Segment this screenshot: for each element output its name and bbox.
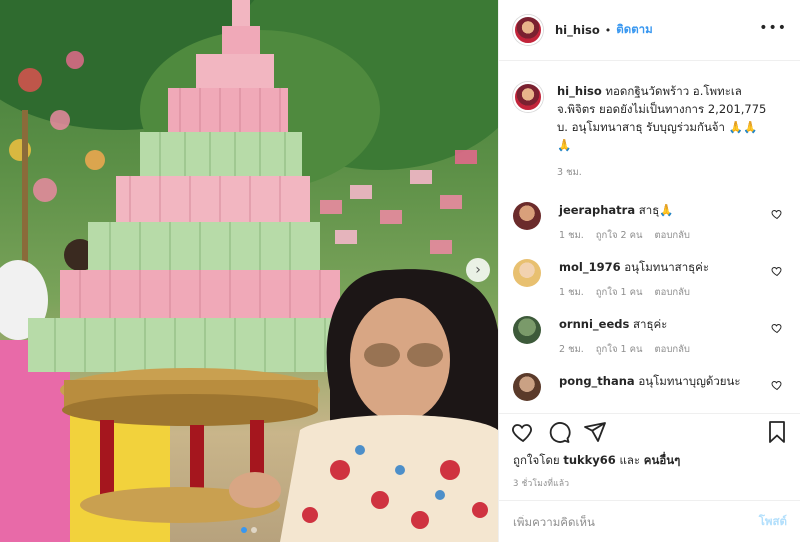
comment-text: สาธุค่ะ	[632, 317, 668, 331]
comment-time[interactable]: 1 ชม.	[559, 228, 584, 243]
commenter-avatar[interactable]	[513, 202, 541, 230]
heart-icon[interactable]	[771, 265, 783, 277]
likes-summary: ถูกใจโดย tukky66 และ คนอื่นๆ	[513, 452, 680, 470]
comment-text: อนุโมทนาสาธุค่ะ	[624, 260, 710, 274]
heart-icon[interactable]	[771, 379, 783, 391]
post-side-panel: hi_hiso • ติดตาม ••• hi_hiso ทอดกฐินวัดพ…	[498, 0, 800, 542]
comment-input[interactable]	[513, 514, 759, 529]
caption-line-4: 🙏	[557, 138, 572, 152]
comment-time[interactable]: 1 ชม.	[559, 285, 584, 300]
carousel-dot-active	[241, 527, 247, 533]
follow-button[interactable]: ติดตาม	[616, 21, 652, 39]
likes-prefix: ถูกใจโดย	[513, 453, 560, 467]
comment-item: pong_thana อนุโมทนาบุญด้วยนะ	[513, 373, 787, 401]
caption-line-1: ทอดกฐินวัดพร้าว อ.โพทะเล	[605, 84, 742, 98]
photo-illustration	[0, 0, 498, 542]
caption-line-2: จ.พิจิตร ยอดยังไม่เป็นทางการ 2,201,775	[557, 102, 767, 116]
comment-likes[interactable]: ถูกใจ 1 คน	[596, 342, 643, 357]
post-header: hi_hiso • ติดตาม •••	[499, 0, 800, 61]
comment-text: สาธุ🙏	[638, 203, 674, 217]
carousel-next-icon[interactable]: ›	[466, 258, 490, 282]
commenter-avatar[interactable]	[513, 316, 541, 344]
likes-user[interactable]: tukky66	[563, 453, 615, 467]
post-comment-button[interactable]: โพสต์	[759, 513, 787, 531]
reply-button[interactable]: ตอบกลับ	[654, 228, 690, 243]
comment-time[interactable]: 2 ชม.	[559, 342, 584, 357]
post-caption: hi_hiso ทอดกฐินวัดพร้าว อ.โพทะเล จ.พิจิต…	[513, 82, 787, 182]
comment-username[interactable]: pong_thana	[559, 374, 635, 388]
caption-line-3: บ. อนุโมทนาสาธุ รับบุญร่วมกันจ้า 🙏🙏	[557, 120, 758, 134]
commenter-avatar[interactable]	[513, 373, 541, 401]
header-username[interactable]: hi_hiso	[555, 23, 600, 37]
likes-others[interactable]: คนอื่นๆ	[644, 453, 681, 467]
heart-icon[interactable]	[511, 420, 535, 444]
comment-likes[interactable]: ถูกใจ 1 คน	[596, 285, 643, 300]
comment-icon[interactable]	[547, 420, 571, 444]
comment-item: jeeraphatra สาธุ🙏 1 ชม. ถูกใจ 2 คน ตอบกล…	[513, 202, 787, 243]
carousel-dots	[0, 527, 498, 533]
reply-button[interactable]: ตอบกลับ	[654, 285, 690, 300]
reply-button[interactable]: ตอบกลับ	[654, 342, 690, 357]
header-separator: •	[604, 23, 612, 37]
carousel-dot	[251, 527, 257, 533]
comment-username[interactable]: jeeraphatra	[559, 203, 635, 217]
avatar[interactable]	[513, 15, 543, 45]
add-comment-bar: โพสต์	[499, 500, 800, 542]
likes-middle: และ	[619, 453, 641, 467]
post-photo[interactable]: ›	[0, 0, 498, 542]
comments-list[interactable]: hi_hiso ทอดกฐินวัดพร้าว อ.โพทะเล จ.พิจิต…	[499, 62, 800, 402]
comment-item: ornni_eeds สาธุค่ะ 2 ชม. ถูกใจ 1 คน ตอบก…	[513, 316, 787, 357]
bookmark-icon[interactable]	[765, 420, 789, 444]
comment-username[interactable]: ornni_eeds	[559, 317, 629, 331]
comment-text: อนุโมทนาบุญด้วยนะ	[638, 374, 741, 388]
commenter-avatar[interactable]	[513, 259, 541, 287]
comment-likes[interactable]: ถูกใจ 2 คน	[596, 228, 643, 243]
action-bar	[499, 413, 800, 447]
caption-avatar[interactable]	[513, 82, 543, 112]
post-timestamp[interactable]: 3 ชั่วโมงที่แล้ว	[513, 476, 569, 490]
share-icon[interactable]	[583, 420, 607, 444]
heart-icon[interactable]	[771, 322, 783, 334]
heart-icon[interactable]	[771, 208, 783, 220]
caption-username[interactable]: hi_hiso	[557, 84, 602, 98]
more-icon[interactable]: •••	[759, 20, 787, 36]
comment-item: mol_1976 อนุโมทนาสาธุค่ะ 1 ชม. ถูกใจ 1 ค…	[513, 259, 787, 300]
caption-body: hi_hiso ทอดกฐินวัดพร้าว อ.โพทะเล จ.พิจิต…	[557, 82, 779, 182]
caption-time[interactable]: 3 ชม.	[557, 164, 779, 182]
comment-username[interactable]: mol_1976	[559, 260, 621, 274]
